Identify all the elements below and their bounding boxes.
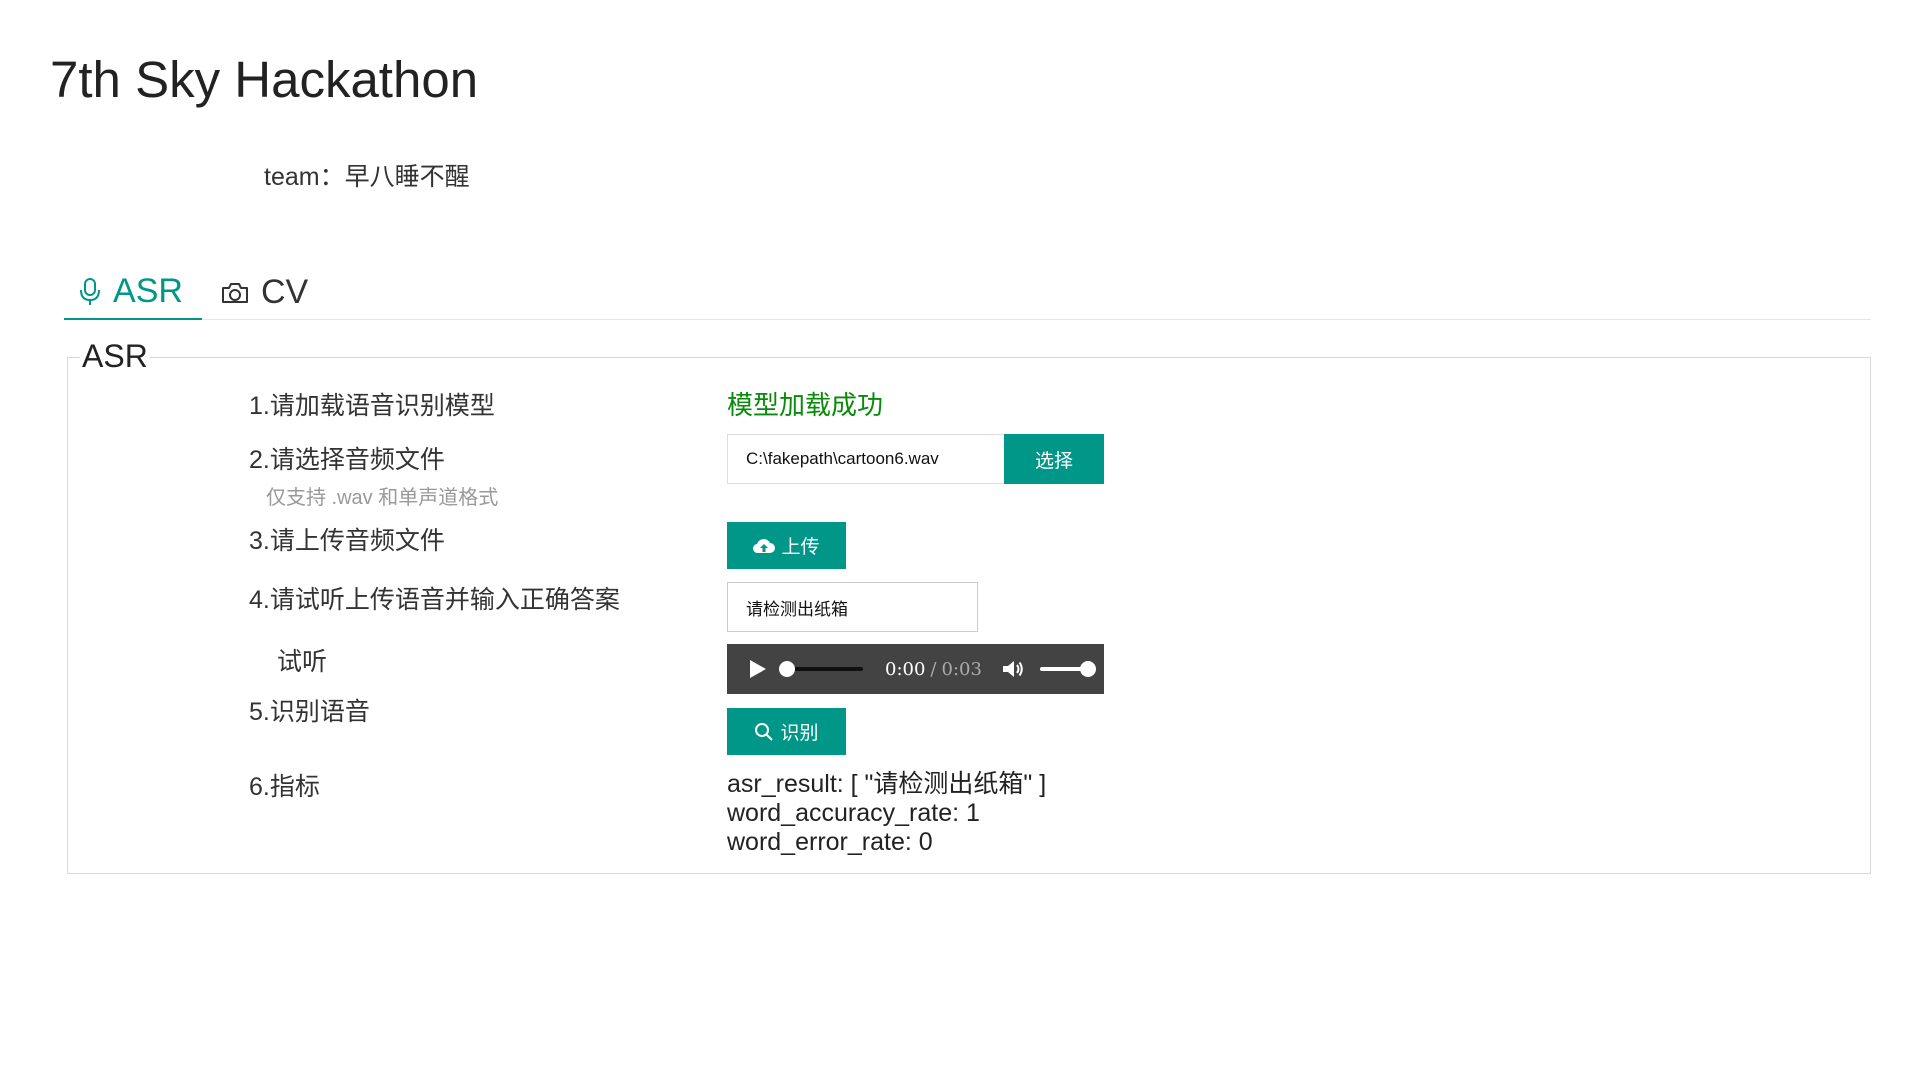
- recognize-button-label: 识别: [780, 723, 819, 744]
- team-name: 早八睡不醒: [344, 163, 470, 191]
- audio-current-time: 0:00: [885, 658, 926, 680]
- volume-icon[interactable]: [1002, 659, 1024, 679]
- upload-button[interactable]: 上传: [727, 522, 846, 569]
- listen-label: 试听: [277, 648, 328, 676]
- tab-asr-label: ASR: [113, 272, 183, 310]
- answer-input[interactable]: [727, 582, 978, 632]
- tab-asr[interactable]: ASR: [64, 265, 202, 320]
- select-file-hint: 仅支持 .wav 和单声道格式: [266, 487, 499, 509]
- cloud-upload-icon: [753, 537, 776, 555]
- metrics-result: asr_result: [ "请检测出纸箱" ] word_accuracy_r…: [727, 770, 1046, 857]
- file-path-input[interactable]: [727, 434, 1004, 484]
- audio-player: 0:00 / 0:03: [727, 644, 1104, 694]
- step-listen-answer-label: 4.请试听上传语音并输入正确答案: [249, 586, 620, 614]
- step-load-model-label: 1.请加载语音识别模型: [249, 392, 495, 420]
- page-title: 7th Sky Hackathon: [50, 51, 479, 108]
- team-label: team：: [264, 163, 345, 191]
- tab-bar: ASR CV: [64, 265, 1871, 320]
- step-metrics-label: 6.指标: [249, 773, 320, 801]
- audio-progress-knob[interactable]: [779, 661, 795, 677]
- recognize-button[interactable]: 识别: [727, 708, 846, 755]
- tab-cv-label: CV: [261, 273, 309, 311]
- audio-time-separator: /: [930, 658, 937, 680]
- volume-slider-knob[interactable]: [1079, 661, 1096, 677]
- microphone-icon: [79, 277, 101, 307]
- tab-cv[interactable]: CV: [221, 265, 308, 320]
- camera-icon: [221, 281, 249, 305]
- search-icon: [754, 722, 774, 742]
- choose-file-button[interactable]: 选择: [1004, 434, 1104, 484]
- choose-file-button-label: 选择: [1034, 450, 1073, 472]
- step-select-file-label: 2.请选择音频文件: [249, 446, 445, 474]
- audio-progress-track[interactable]: [779, 661, 863, 677]
- asr-result-text: asr_result: [ "请检测出纸箱" ]: [727, 770, 1047, 798]
- volume-slider-track[interactable]: [1039, 661, 1096, 677]
- step-recognize-label: 5.识别语音: [249, 698, 370, 726]
- upload-button-label: 上传: [781, 537, 820, 558]
- audio-duration: 0:03: [941, 658, 982, 680]
- word-accuracy-rate-text: word_accuracy_rate: 1: [727, 799, 980, 827]
- step-upload-label: 3.请上传音频文件: [249, 527, 445, 555]
- team-line: team：早八睡不醒: [264, 160, 470, 194]
- asr-panel-legend: ASR: [80, 336, 150, 376]
- model-status: 模型加载成功: [727, 390, 884, 420]
- play-icon[interactable]: [749, 658, 771, 680]
- word-error-rate-text: word_error_rate: 0: [727, 828, 933, 856]
